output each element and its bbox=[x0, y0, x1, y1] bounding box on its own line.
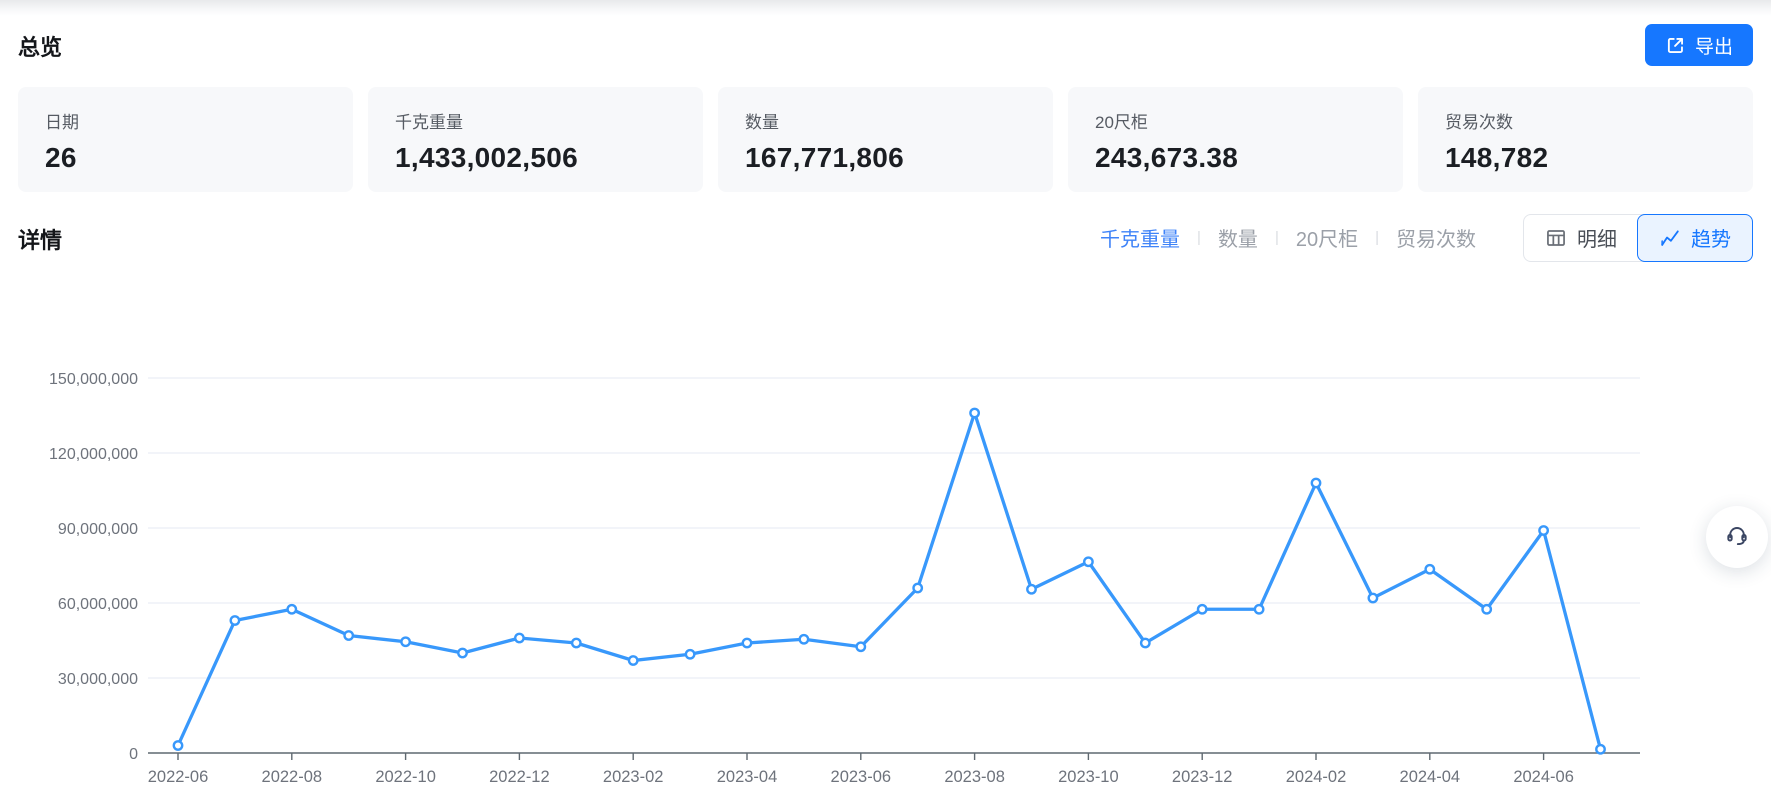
chart-point bbox=[1312, 479, 1320, 487]
stat-label: 20尺柜 bbox=[1095, 108, 1376, 133]
chart-point bbox=[1426, 565, 1434, 573]
stat-value: 167,771,806 bbox=[745, 142, 1026, 174]
page-title-overview: 总览 bbox=[18, 28, 62, 62]
chart-point bbox=[1596, 745, 1604, 753]
x-axis-label: 2022-08 bbox=[262, 768, 323, 786]
trend-view-button[interactable]: 趋势 bbox=[1637, 214, 1753, 262]
stat-label: 数量 bbox=[745, 108, 1026, 133]
chart-canvas[interactable]: 0 30,000,000 60,000,000 90,000,000 120,000,0… bbox=[0, 293, 1771, 793]
chart-point bbox=[1027, 585, 1035, 593]
stat-value: 148,782 bbox=[1445, 142, 1726, 174]
chart-point bbox=[231, 616, 239, 624]
export-icon bbox=[1665, 35, 1686, 56]
chart-point bbox=[970, 409, 978, 417]
tab-trade-count[interactable]: 贸易次数 bbox=[1379, 223, 1493, 252]
x-axis-label: 2024-02 bbox=[1286, 768, 1347, 786]
chart-point bbox=[686, 650, 694, 658]
x-axis-label: 2024-04 bbox=[1400, 768, 1461, 786]
stat-card-20ft-container: 20尺柜 243,673.38 bbox=[1068, 87, 1403, 192]
metric-tabs: 千克重量 | 数量 | 20尺柜 | 贸易次数 bbox=[1083, 223, 1493, 252]
chart-point bbox=[1198, 605, 1206, 613]
stat-label: 贸易次数 bbox=[1445, 108, 1726, 133]
x-axis-label: 2023-02 bbox=[603, 768, 664, 786]
chart-point bbox=[1369, 594, 1377, 602]
chart-point bbox=[174, 741, 182, 749]
chart-point bbox=[1141, 639, 1149, 647]
x-axis-label: 2023-08 bbox=[944, 768, 1005, 786]
table-icon bbox=[1545, 227, 1567, 249]
stat-card-trade-count: 贸易次数 148,782 bbox=[1418, 87, 1753, 192]
x-axis-label: 2023-06 bbox=[831, 768, 892, 786]
chart-point bbox=[1539, 526, 1547, 534]
stat-card-date: 日期 26 bbox=[18, 87, 353, 192]
chart-line bbox=[178, 413, 1601, 749]
chart-point bbox=[515, 634, 523, 642]
chart-point bbox=[345, 631, 353, 639]
stat-value: 1,433,002,506 bbox=[395, 142, 676, 174]
detail-view-label: 明细 bbox=[1577, 223, 1617, 252]
stat-value: 243,673.38 bbox=[1095, 142, 1376, 174]
x-axis-label: 2023-12 bbox=[1172, 768, 1233, 786]
x-axis-label: 2022-06 bbox=[148, 768, 209, 786]
y-axis-label: 30,000,000 bbox=[58, 671, 138, 688]
chart-point bbox=[458, 649, 466, 657]
chart-point bbox=[857, 643, 865, 651]
stat-label: 千克重量 bbox=[395, 108, 676, 133]
chart-point bbox=[288, 605, 296, 613]
y-axis-label: 120,000,000 bbox=[49, 446, 138, 463]
page-title-details: 详情 bbox=[18, 221, 62, 255]
trend-icon bbox=[1659, 227, 1681, 249]
detail-view-button[interactable]: 明细 bbox=[1523, 214, 1639, 262]
overview-header: 总览 导出 bbox=[18, 28, 1753, 68]
details-controls: 千克重量 | 数量 | 20尺柜 | 贸易次数 明细 bbox=[1083, 214, 1753, 262]
tab-20ft-container[interactable]: 20尺柜 bbox=[1279, 223, 1375, 252]
x-axis-label: 2023-10 bbox=[1058, 768, 1119, 786]
top-fade-strip bbox=[0, 0, 1771, 16]
stat-card-quantity: 数量 167,771,806 bbox=[718, 87, 1053, 192]
x-axis-label: 2023-04 bbox=[717, 768, 778, 786]
export-button-label: 导出 bbox=[1695, 32, 1733, 59]
export-button[interactable]: 导出 bbox=[1645, 24, 1753, 66]
y-axis-label: 60,000,000 bbox=[58, 596, 138, 613]
chart-point bbox=[629, 656, 637, 664]
details-header: 详情 千克重量 | 数量 | 20尺柜 | 贸易次数 明细 bbox=[18, 213, 1753, 262]
chart-point bbox=[1084, 558, 1092, 566]
trend-view-label: 趋势 bbox=[1691, 223, 1731, 252]
view-toggle-group: 明细 趋势 bbox=[1523, 214, 1753, 262]
stat-label: 日期 bbox=[45, 108, 326, 133]
x-axis-label: 2024-06 bbox=[1513, 768, 1574, 786]
x-axis-label: 2022-10 bbox=[375, 768, 436, 786]
chart-point bbox=[572, 639, 580, 647]
x-axis-label: 2022-12 bbox=[489, 768, 550, 786]
chart-point bbox=[401, 638, 409, 646]
chart-point bbox=[743, 639, 751, 647]
y-axis-label: 90,000,000 bbox=[58, 521, 138, 538]
chart-point bbox=[914, 584, 922, 592]
tab-quantity[interactable]: 数量 bbox=[1201, 223, 1275, 252]
y-axis-label: 150,000,000 bbox=[49, 371, 138, 388]
stat-value: 26 bbox=[45, 142, 326, 174]
tab-kg-weight[interactable]: 千克重量 bbox=[1083, 223, 1197, 252]
headset-icon bbox=[1723, 521, 1751, 554]
trend-line-chart[interactable]: 0 30,000,000 60,000,000 90,000,000 120,000,0… bbox=[0, 293, 1771, 793]
stat-card-kg-weight: 千克重量 1,433,002,506 bbox=[368, 87, 703, 192]
customer-service-button[interactable] bbox=[1706, 506, 1768, 568]
y-axis-label: 0 bbox=[129, 746, 138, 763]
chart-point bbox=[1255, 605, 1263, 613]
chart-point bbox=[800, 635, 808, 643]
stats-row: 日期 26 千克重量 1,433,002,506 数量 167,771,806 … bbox=[18, 87, 1753, 192]
chart-point bbox=[1483, 605, 1491, 613]
